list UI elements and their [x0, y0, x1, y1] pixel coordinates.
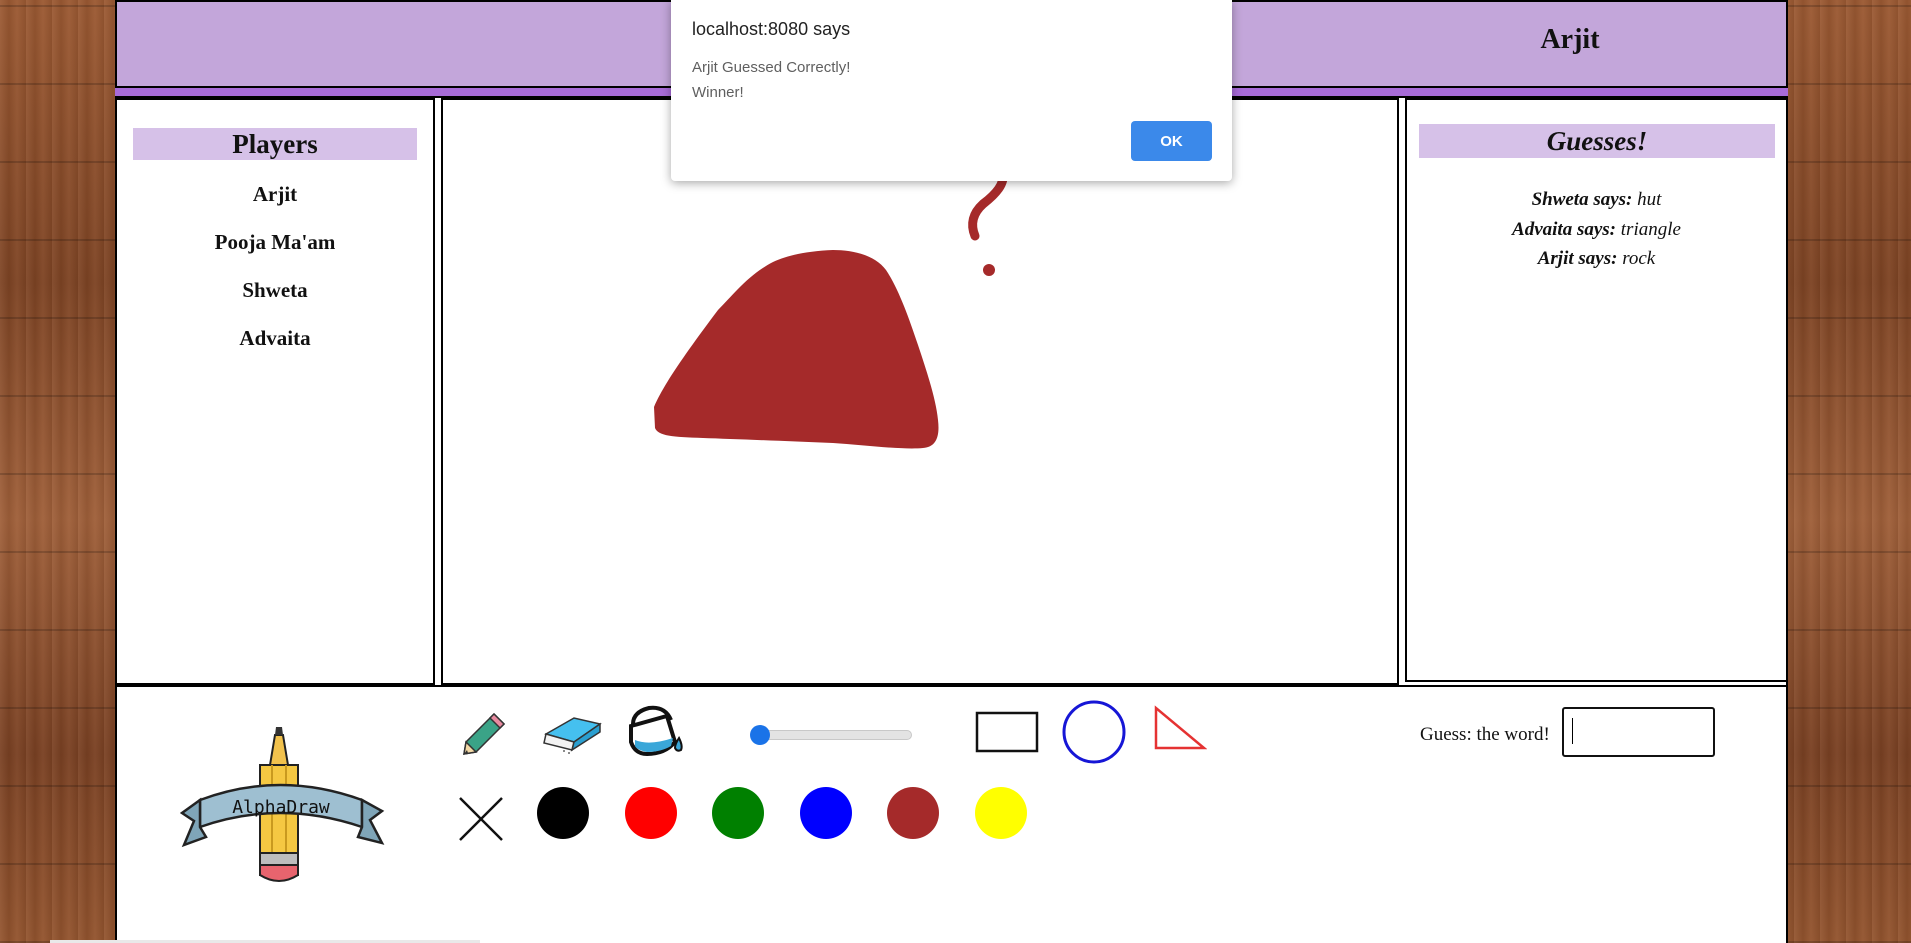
- drawing: [654, 167, 1008, 449]
- color-swatch-blue[interactable]: [800, 787, 852, 839]
- alphadraw-logo: AlphaDraw: [180, 727, 385, 882]
- triangle-drawing: [654, 250, 939, 449]
- brush-size-slider-track[interactable]: [752, 730, 912, 740]
- players-panel: Players Arjit Pooja Ma'am Shweta Advaita: [115, 98, 435, 685]
- ok-button[interactable]: OK: [1131, 121, 1212, 161]
- fill-bucket-icon[interactable]: [625, 702, 687, 760]
- guess-label: Guess: the word!: [1420, 724, 1550, 745]
- player-list: Arjit Pooja Ma'am Shweta Advaita: [117, 180, 433, 372]
- guess-word: hut: [1637, 189, 1662, 210]
- alert-dialog: localhost:8080 says Arjit Guessed Correc…: [671, 0, 1232, 181]
- question-mark-dot: [983, 264, 995, 276]
- question-mark-stroke: [968, 167, 1008, 241]
- circle-tool-icon[interactable]: [1061, 699, 1127, 765]
- guesses-heading: Guesses!: [1419, 124, 1775, 158]
- clear-x-icon[interactable]: [456, 794, 506, 844]
- drawing-canvas[interactable]: [441, 98, 1399, 685]
- guess-word: triangle: [1620, 218, 1681, 240]
- guess-author: Arjit says:: [1537, 248, 1618, 269]
- guess-input[interactable]: [1562, 707, 1715, 757]
- guess-author: Advaita says:: [1512, 218, 1617, 240]
- player-item: Arjit: [252, 182, 298, 206]
- player-item: Shweta: [242, 278, 308, 302]
- players-heading: Players: [133, 128, 417, 160]
- color-swatch-black[interactable]: [537, 787, 589, 839]
- player-item: Pooja Ma'am: [214, 230, 336, 254]
- guess-author: Shweta says:: [1531, 189, 1633, 210]
- color-swatch-red[interactable]: [625, 787, 677, 839]
- eraser-icon[interactable]: [542, 710, 604, 755]
- guess-item: Shweta says: hut: [1407, 186, 1786, 216]
- triangle-tool-icon[interactable]: [1153, 705, 1207, 751]
- brush-size-slider-thumb[interactable]: [750, 725, 770, 745]
- color-swatch-yellow[interactable]: [975, 787, 1027, 839]
- guess-item: Arjit says: rock: [1407, 245, 1786, 275]
- text-caret: [1572, 718, 1573, 744]
- dialog-message-line: Arjit Guessed Correctly!: [692, 59, 851, 76]
- pencil-icon[interactable]: [458, 708, 508, 758]
- color-swatch-green[interactable]: [712, 787, 764, 839]
- player-item: Advaita: [239, 326, 311, 350]
- guesses-panel: Guesses! Shweta says: hut Advaita says: …: [1405, 98, 1788, 682]
- dialog-title: localhost:8080 says: [692, 19, 851, 39]
- dialog-message-line: Winner!: [692, 84, 744, 101]
- guess-item: Advaita says: triangle: [1407, 216, 1786, 246]
- guess-list: Shweta says: hut Advaita says: triangle …: [1407, 186, 1786, 275]
- guess-word: rock: [1622, 248, 1656, 269]
- logo-text: AlphaDraw: [232, 797, 330, 818]
- current-player-name: Arjit: [1540, 24, 1600, 55]
- color-swatch-brown[interactable]: [887, 787, 939, 839]
- dialog-message: Arjit Guessed Correctly! Winner!: [692, 55, 850, 105]
- rectangle-tool-icon[interactable]: [975, 711, 1039, 753]
